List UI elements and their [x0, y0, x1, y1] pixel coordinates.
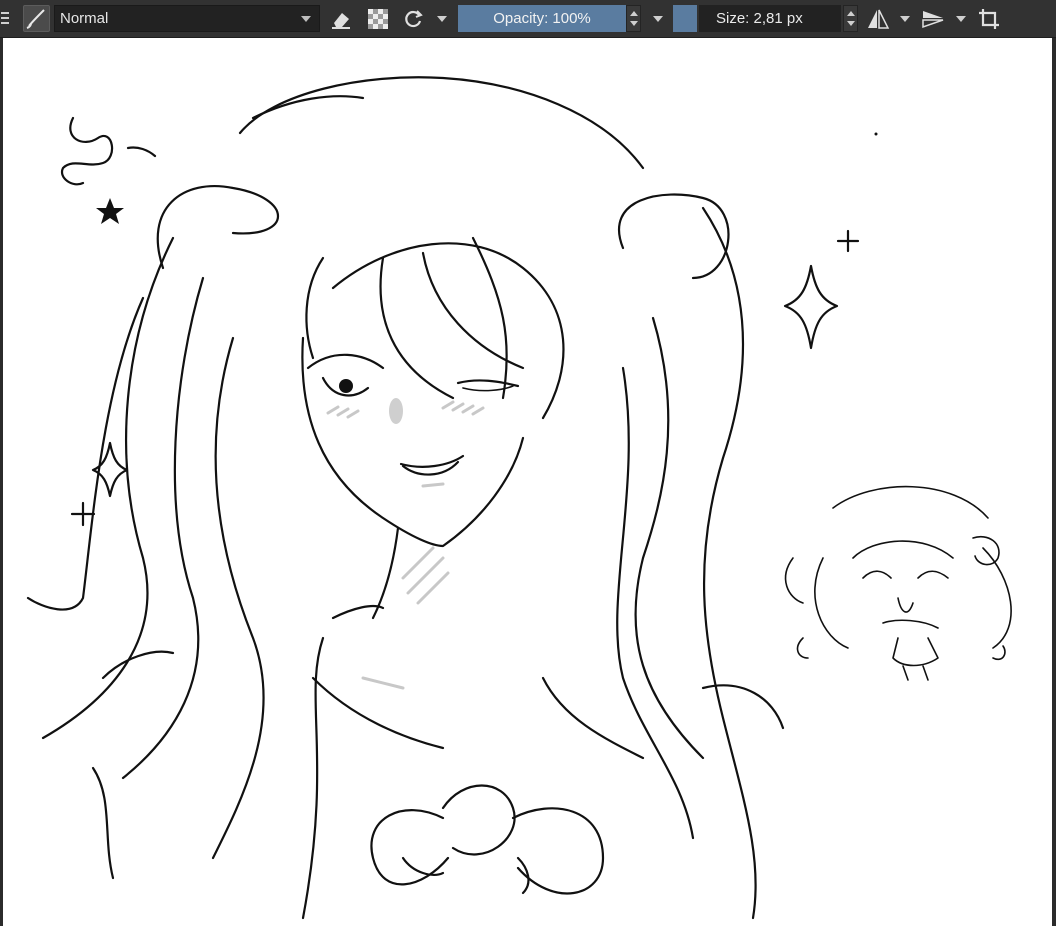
spin-up-icon[interactable] [630, 11, 638, 16]
reload-icon [405, 10, 423, 28]
opacity-spinner[interactable] [626, 5, 641, 32]
eraser-icon [332, 13, 350, 29]
brush-color-swatch[interactable] [673, 5, 697, 32]
mirror-horizontal-button[interactable] [865, 6, 891, 32]
chevron-down-icon[interactable] [653, 16, 663, 22]
spin-up-icon[interactable] [847, 11, 855, 16]
size-slider[interactable]: Size: 2,81 px [699, 5, 841, 32]
reload-preset-button[interactable] [400, 6, 426, 32]
chevron-down-icon[interactable] [437, 16, 447, 22]
spin-down-icon[interactable] [630, 21, 638, 26]
canvas-right-border [1052, 38, 1056, 926]
checker-icon [368, 9, 388, 29]
crop-icon [979, 9, 999, 29]
hamburger-icon[interactable] [0, 9, 10, 27]
chevron-down-icon[interactable] [900, 16, 910, 22]
blend-mode-select[interactable]: Normal [54, 5, 320, 32]
chevron-down-icon [301, 16, 311, 22]
size-label: Size: 2,81 px [716, 10, 803, 27]
mirror-vertical-button[interactable] [920, 6, 946, 32]
mirror-horizontal-icon [868, 9, 890, 29]
opacity-label: Opacity: 100% [493, 10, 591, 27]
preserve-alpha-button[interactable] [365, 6, 391, 32]
mirror-vertical-icon [922, 11, 944, 29]
brush-preset-button[interactable] [23, 5, 50, 32]
opacity-slider[interactable]: Opacity: 100% [458, 5, 626, 32]
chevron-down-icon[interactable] [956, 16, 966, 22]
crop-button[interactable] [976, 6, 1002, 32]
brush-preset-icon [26, 9, 45, 29]
drawing-canvas[interactable] [3, 38, 1052, 926]
blend-mode-value: Normal [60, 10, 109, 27]
spin-down-icon[interactable] [847, 21, 855, 26]
size-spinner[interactable] [843, 5, 858, 32]
tool-options-bar: Normal Opacity: 100% Size: 2,81 px [0, 0, 1056, 38]
eraser-mode-button[interactable] [328, 6, 354, 32]
sketch-artwork [26, 76, 1012, 920]
